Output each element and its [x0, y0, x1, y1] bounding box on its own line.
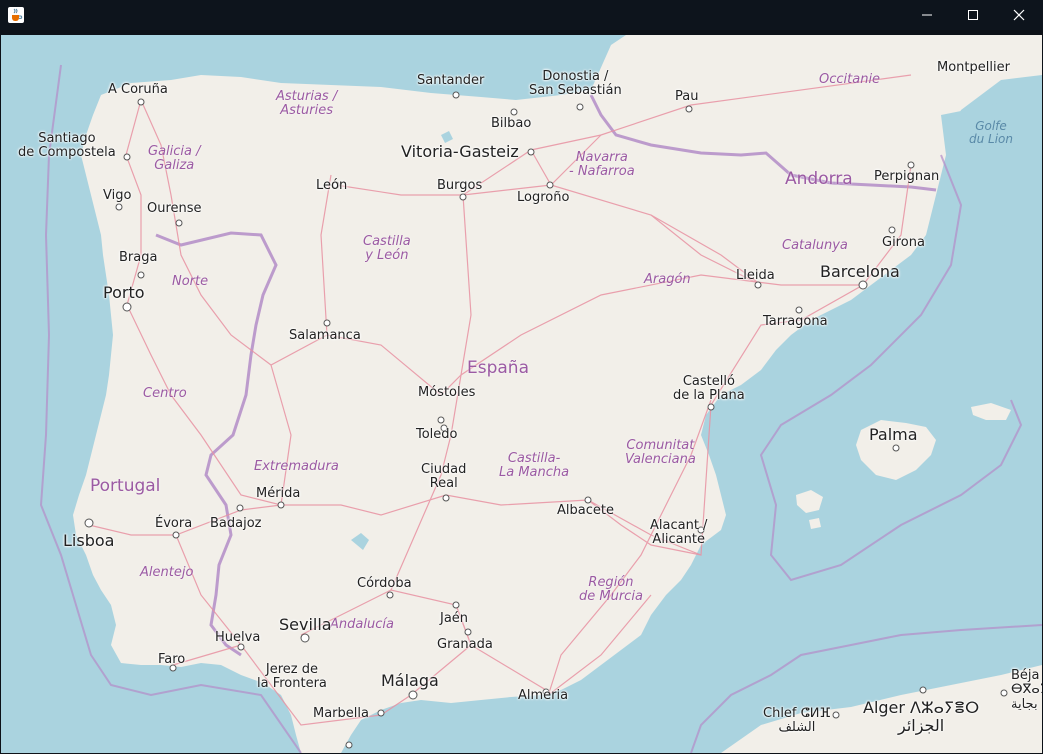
city-label-lisboa: Lisboa [63, 531, 115, 550]
city-label-salamanca: Salamanca [289, 328, 361, 343]
city-label-pau: Pau [675, 89, 699, 104]
city-label-bejaia: Béja ⴱⴳⴰⵢ بجاية [1011, 668, 1042, 712]
minimize-icon [921, 9, 933, 21]
city-label-albacete: Albacete [557, 503, 614, 518]
city-label-alger: Alger ⴷⵣⴰⵢⴻⵔ الجزائر [863, 698, 980, 735]
city-label-vigo: Vigo [103, 188, 132, 203]
city-label-tarragona: Tarragona [763, 314, 828, 329]
close-icon [1013, 9, 1025, 21]
city-label-ciudad-real: Ciudad Real [421, 462, 467, 492]
region-label-catalunya: Catalunya [782, 238, 848, 253]
city-label-merida: Mérida [256, 486, 301, 501]
region-label-navarra: Navarra - Nafarroa [569, 150, 635, 180]
region-label-aragon: Aragón [644, 272, 691, 287]
region-label-norte: Norte [172, 274, 209, 289]
city-label-evora: Évora [155, 516, 193, 531]
city-label-sevilla: Sevilla [279, 615, 332, 634]
city-label-huelva: Huelva [215, 630, 261, 645]
city-label-jaen: Jaén [440, 611, 469, 626]
city-label-perpignan: Perpignan [874, 169, 940, 184]
java-cup-icon [8, 7, 24, 23]
city-label-logrono: Logroño [517, 190, 570, 205]
ibiza-island [796, 490, 823, 513]
region-label-castilla-leon: Castilla y León [363, 234, 411, 264]
menorca-island [971, 403, 1011, 420]
country-label-spain: España [467, 358, 529, 378]
formentera-island [809, 518, 821, 529]
city-label-palma: Palma [869, 425, 918, 444]
city-label-vitoria: Vitoria-Gasteiz [401, 142, 519, 161]
city-label-braga: Braga [119, 250, 158, 265]
city-label-ourense: Ourense [147, 201, 202, 216]
city-label-jerez: Jerez de la Frontera [257, 662, 327, 692]
title-bar[interactable] [0, 0, 1043, 30]
city-label-badajoz: Badajoz [210, 516, 262, 531]
city-label-burgos: Burgos [437, 178, 483, 193]
city-label-barcelona: Barcelona [820, 262, 900, 281]
city-label-castello: Castelló de la Plana [673, 374, 745, 404]
city-label-donostia: Donostia / San Sebastián [529, 69, 622, 99]
country-label-andorra: Andorra [785, 169, 853, 189]
region-label-comunitat-valenciana: Comunitat Valenciana [625, 438, 696, 468]
city-label-lleida: Lleida [736, 268, 775, 283]
city-label-chlef: Chlef ⵛⵍⴼ الشلف [763, 706, 831, 736]
city-label-alacant: Alacant / Alicante [650, 518, 708, 548]
city-label-almeria: Almeria [518, 688, 569, 703]
city-label-santander: Santander [417, 73, 485, 88]
city-label-bilbao: Bilbao [491, 116, 532, 131]
city-label-toledo: Toledo [416, 427, 458, 442]
country-label-portugal: Portugal [90, 476, 161, 496]
region-label-asturias: Asturias / Asturies [276, 89, 338, 119]
app-window: España Portugal Andorra Asturias / Astur… [0, 0, 1043, 754]
city-label-santiago: Santiago de Compostela [18, 131, 116, 161]
sea-label-golfe-du-lion: Golfe du Lion [969, 119, 1014, 147]
city-label-montpellier: Montpellier [937, 60, 1010, 75]
region-label-alentejo: Alentejo [140, 565, 194, 580]
city-label-granada: Granada [437, 637, 493, 652]
map-view[interactable]: España Portugal Andorra Asturias / Astur… [1, 35, 1042, 753]
region-label-extremadura: Extremadura [254, 459, 339, 474]
region-label-andalucia: Andalucía [330, 617, 394, 632]
maximize-icon [967, 9, 979, 21]
iberia-landmass [73, 35, 1042, 753]
region-label-occitanie: Occitanie [819, 72, 881, 87]
city-label-girona: Girona [882, 235, 925, 250]
region-label-murcia: Región de Murcia [579, 575, 643, 605]
close-button[interactable] [996, 0, 1042, 30]
city-label-marbella: Marbella [313, 706, 369, 721]
city-label-faro: Faro [158, 652, 186, 667]
city-label-coruna: A Coruña [108, 82, 168, 97]
minimize-button[interactable] [904, 0, 950, 30]
region-label-centro: Centro [143, 386, 187, 401]
city-label-porto: Porto [103, 283, 145, 302]
city-label-malaga: Málaga [381, 671, 439, 690]
city-label-mostoles: Móstoles [418, 385, 476, 400]
maximize-button[interactable] [950, 0, 996, 30]
city-label-leon: León [316, 178, 348, 193]
region-label-galicia: Galicia / Galiza [148, 144, 201, 174]
city-label-cordoba: Córdoba [357, 576, 412, 591]
region-label-castilla-mancha: Castilla- La Mancha [499, 451, 570, 481]
